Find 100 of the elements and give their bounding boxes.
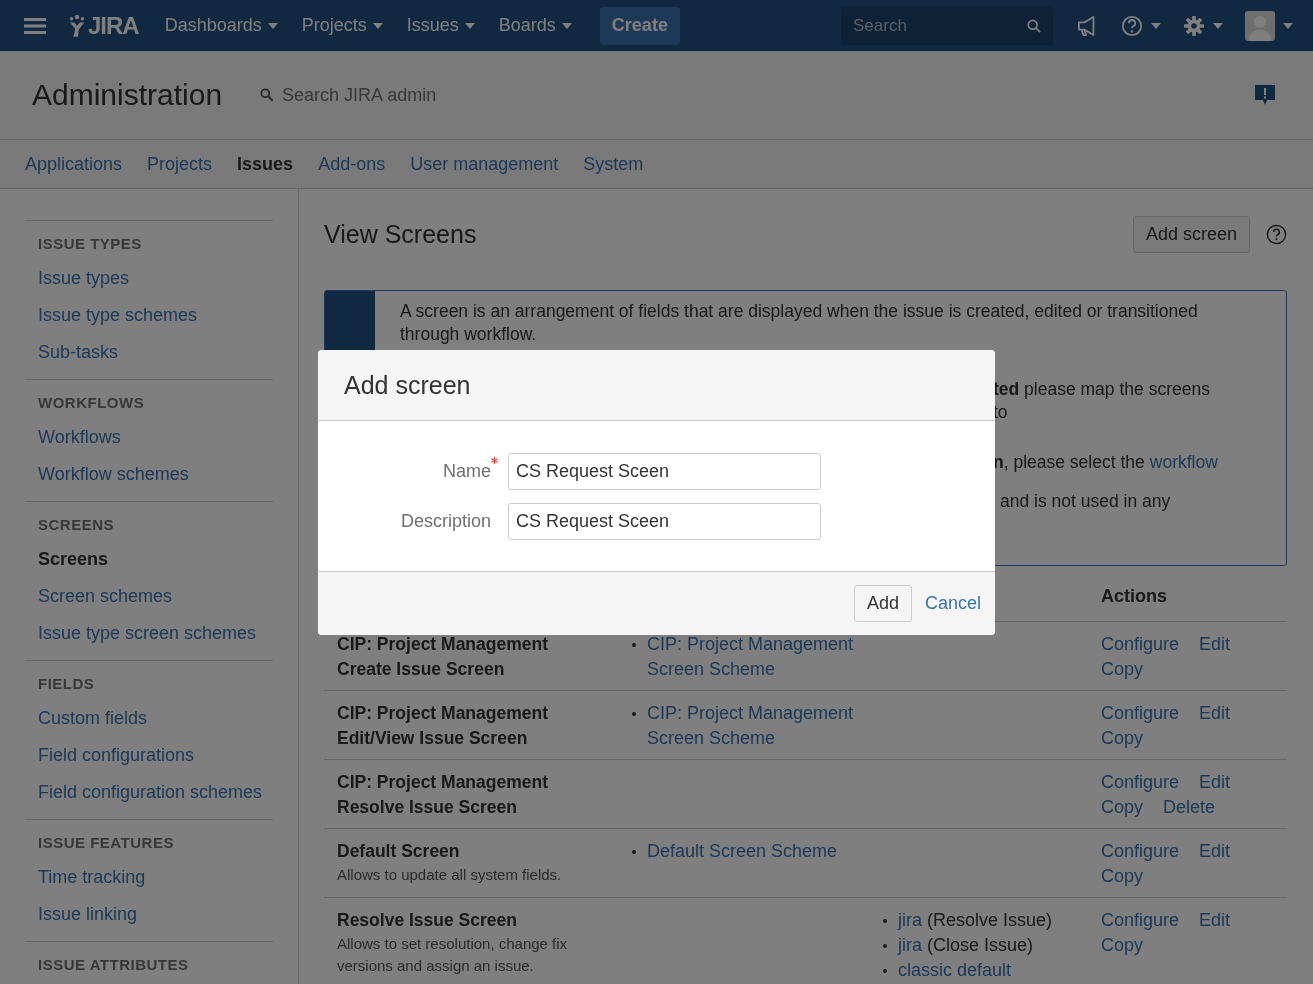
caret-icon: [1213, 22, 1223, 29]
bullet-icon: [632, 643, 636, 647]
create-button[interactable]: Create: [599, 6, 680, 45]
nav-menu[interactable]: Dashboards: [164, 15, 278, 36]
screen-name: CIP: Project Management Edit/View Issue Screen: [337, 702, 550, 750]
column-header: Actions: [1101, 586, 1168, 607]
sidebar-link[interactable]: Issue linking: [38, 896, 273, 933]
page-title: View Screens: [324, 219, 477, 249]
field-label: Name: [443, 461, 491, 481]
logo-icon: [68, 13, 86, 38]
action-link[interactable]: Edit: [1199, 908, 1231, 933]
workflow-link[interactable]: workflow: [1149, 452, 1218, 472]
sidebar-link[interactable]: Field configuration schemes: [38, 774, 273, 811]
nav-menu[interactable]: Issues: [406, 15, 475, 36]
screen-name: Resolve Issue Screen: [337, 909, 518, 932]
screen-name: CIP: Project Management Create Issue Screen: [337, 633, 550, 681]
dialog-title: Add screen: [344, 370, 471, 400]
action-link[interactable]: Edit: [1199, 701, 1231, 726]
section-heading: FIELDS: [38, 675, 96, 692]
search-icon: [1027, 18, 1041, 33]
help-menu[interactable]: [1121, 14, 1161, 37]
bullet-icon: [883, 969, 887, 973]
menu-icon[interactable]: [24, 16, 46, 35]
search-icon: [260, 88, 275, 102]
feedback-icon[interactable]: [1254, 84, 1276, 106]
action-link[interactable]: Delete: [1163, 795, 1216, 820]
field-label: Description: [400, 511, 491, 531]
action-link[interactable]: Copy: [1101, 657, 1144, 682]
action-link[interactable]: Copy: [1101, 864, 1144, 889]
screen-description: Allows to set resolution, change fix versions and assign an issue.: [337, 934, 569, 976]
sidebar-link[interactable]: Time tracking: [38, 859, 273, 896]
admin-search-field[interactable]: Search JIRA admin: [280, 83, 485, 107]
screen-description: Allows to update all system fields.: [337, 865, 563, 885]
action-link[interactable]: Edit: [1199, 632, 1231, 657]
action-link[interactable]: Configure: [1101, 839, 1180, 864]
transition-name: (Close Issue): [927, 935, 1034, 955]
sidebar-link[interactable]: Workflow schemes: [38, 456, 273, 493]
caret-icon: [561, 22, 572, 29]
sidebar-link[interactable]: Issue types: [38, 260, 273, 297]
admin-tab[interactable]: Applications: [25, 153, 123, 175]
action-link[interactable]: Configure: [1101, 770, 1180, 795]
action-link[interactable]: Configure: [1101, 908, 1180, 933]
action-link[interactable]: Copy: [1101, 795, 1144, 820]
screen-scheme-link[interactable]: Default Screen Scheme: [647, 839, 838, 864]
sidebar-link[interactable]: Screen schemes: [38, 578, 273, 615]
action-link[interactable]: Configure: [1101, 632, 1180, 657]
workflow-link[interactable]: jira: [898, 935, 922, 955]
bullet-icon: [883, 919, 887, 923]
action-link[interactable]: Copy: [1101, 726, 1144, 751]
settings-menu[interactable]: [1183, 14, 1223, 37]
caret-icon: [267, 22, 278, 29]
section-heading: WORKFLOWS: [38, 394, 146, 411]
caret-icon: [372, 22, 383, 29]
action-link[interactable]: Configure: [1101, 701, 1180, 726]
workflow-link[interactable]: jira: [898, 910, 922, 930]
info-text: A screen is an arrangement of fields that are displayed when the issue is created, edited or transitioned through workflow.: [400, 301, 1198, 344]
section-heading: SCREENS: [38, 516, 116, 533]
info-text: and is not used in any: [1000, 491, 1171, 511]
admin-tab[interactable]: Projects: [147, 153, 213, 175]
search-field[interactable]: Search: [841, 6, 1053, 45]
workflow-link[interactable]: classic default: [898, 960, 1012, 980]
text-field[interactable]: CS Request Sceen: [508, 503, 821, 540]
nav-menu[interactable]: Projects: [301, 15, 383, 36]
action-link[interactable]: Copy: [1101, 933, 1144, 958]
action-link[interactable]: Edit: [1199, 839, 1231, 864]
transition-name: (Resolve Issue): [927, 910, 1053, 930]
caret-icon: [464, 22, 475, 29]
text-field[interactable]: CS Request Sceen: [508, 453, 821, 490]
admin-tab[interactable]: Add-ons: [318, 153, 386, 175]
caret-icon: [1151, 22, 1161, 29]
help-icon[interactable]: [1266, 223, 1287, 245]
screen-name: CIP: Project Management Resolve Issue Screen: [337, 771, 550, 819]
admin-tab[interactable]: User management: [410, 153, 559, 175]
cancel-link[interactable]: Cancel: [924, 593, 981, 614]
section-heading: ISSUE FEATURES: [38, 834, 175, 851]
add-button[interactable]: Add: [853, 585, 912, 622]
caret-icon: [1283, 22, 1293, 29]
section-heading: ISSUE TYPES: [38, 235, 143, 252]
sidebar-link[interactable]: Custom fields: [38, 700, 273, 737]
sidebar-link[interactable]: Screens: [38, 541, 273, 578]
add-screen-button[interactable]: Add screen: [1132, 215, 1250, 253]
nav-menu[interactable]: Boards: [498, 15, 572, 36]
section-heading: ISSUE ATTRIBUTES: [38, 956, 190, 973]
sidebar-link[interactable]: Sub-tasks: [38, 334, 273, 371]
user-menu[interactable]: [1245, 10, 1293, 41]
screen-scheme-link[interactable]: CIP: Project Management Screen Scheme: [647, 701, 883, 751]
bullet-icon: [632, 712, 636, 716]
screen-name: Default Screen: [337, 840, 461, 863]
admin-tab[interactable]: System: [583, 153, 644, 175]
sidebar-link[interactable]: Field configurations: [38, 737, 273, 774]
sidebar-link[interactable]: Issue type screen schemes: [38, 615, 273, 652]
screen-scheme-link[interactable]: CIP: Project Management Screen Scheme: [647, 632, 883, 682]
admin-tab[interactable]: Issues: [237, 153, 294, 175]
logo-text[interactable]: JIRA: [88, 11, 139, 40]
sidebar-link[interactable]: Workflows: [38, 419, 273, 456]
sidebar-link[interactable]: Issue type schemes: [38, 297, 273, 334]
bullet-icon: [883, 944, 887, 948]
action-link[interactable]: Edit: [1199, 770, 1231, 795]
page-heading: Administration: [32, 78, 223, 112]
bullet-icon: [632, 850, 636, 854]
